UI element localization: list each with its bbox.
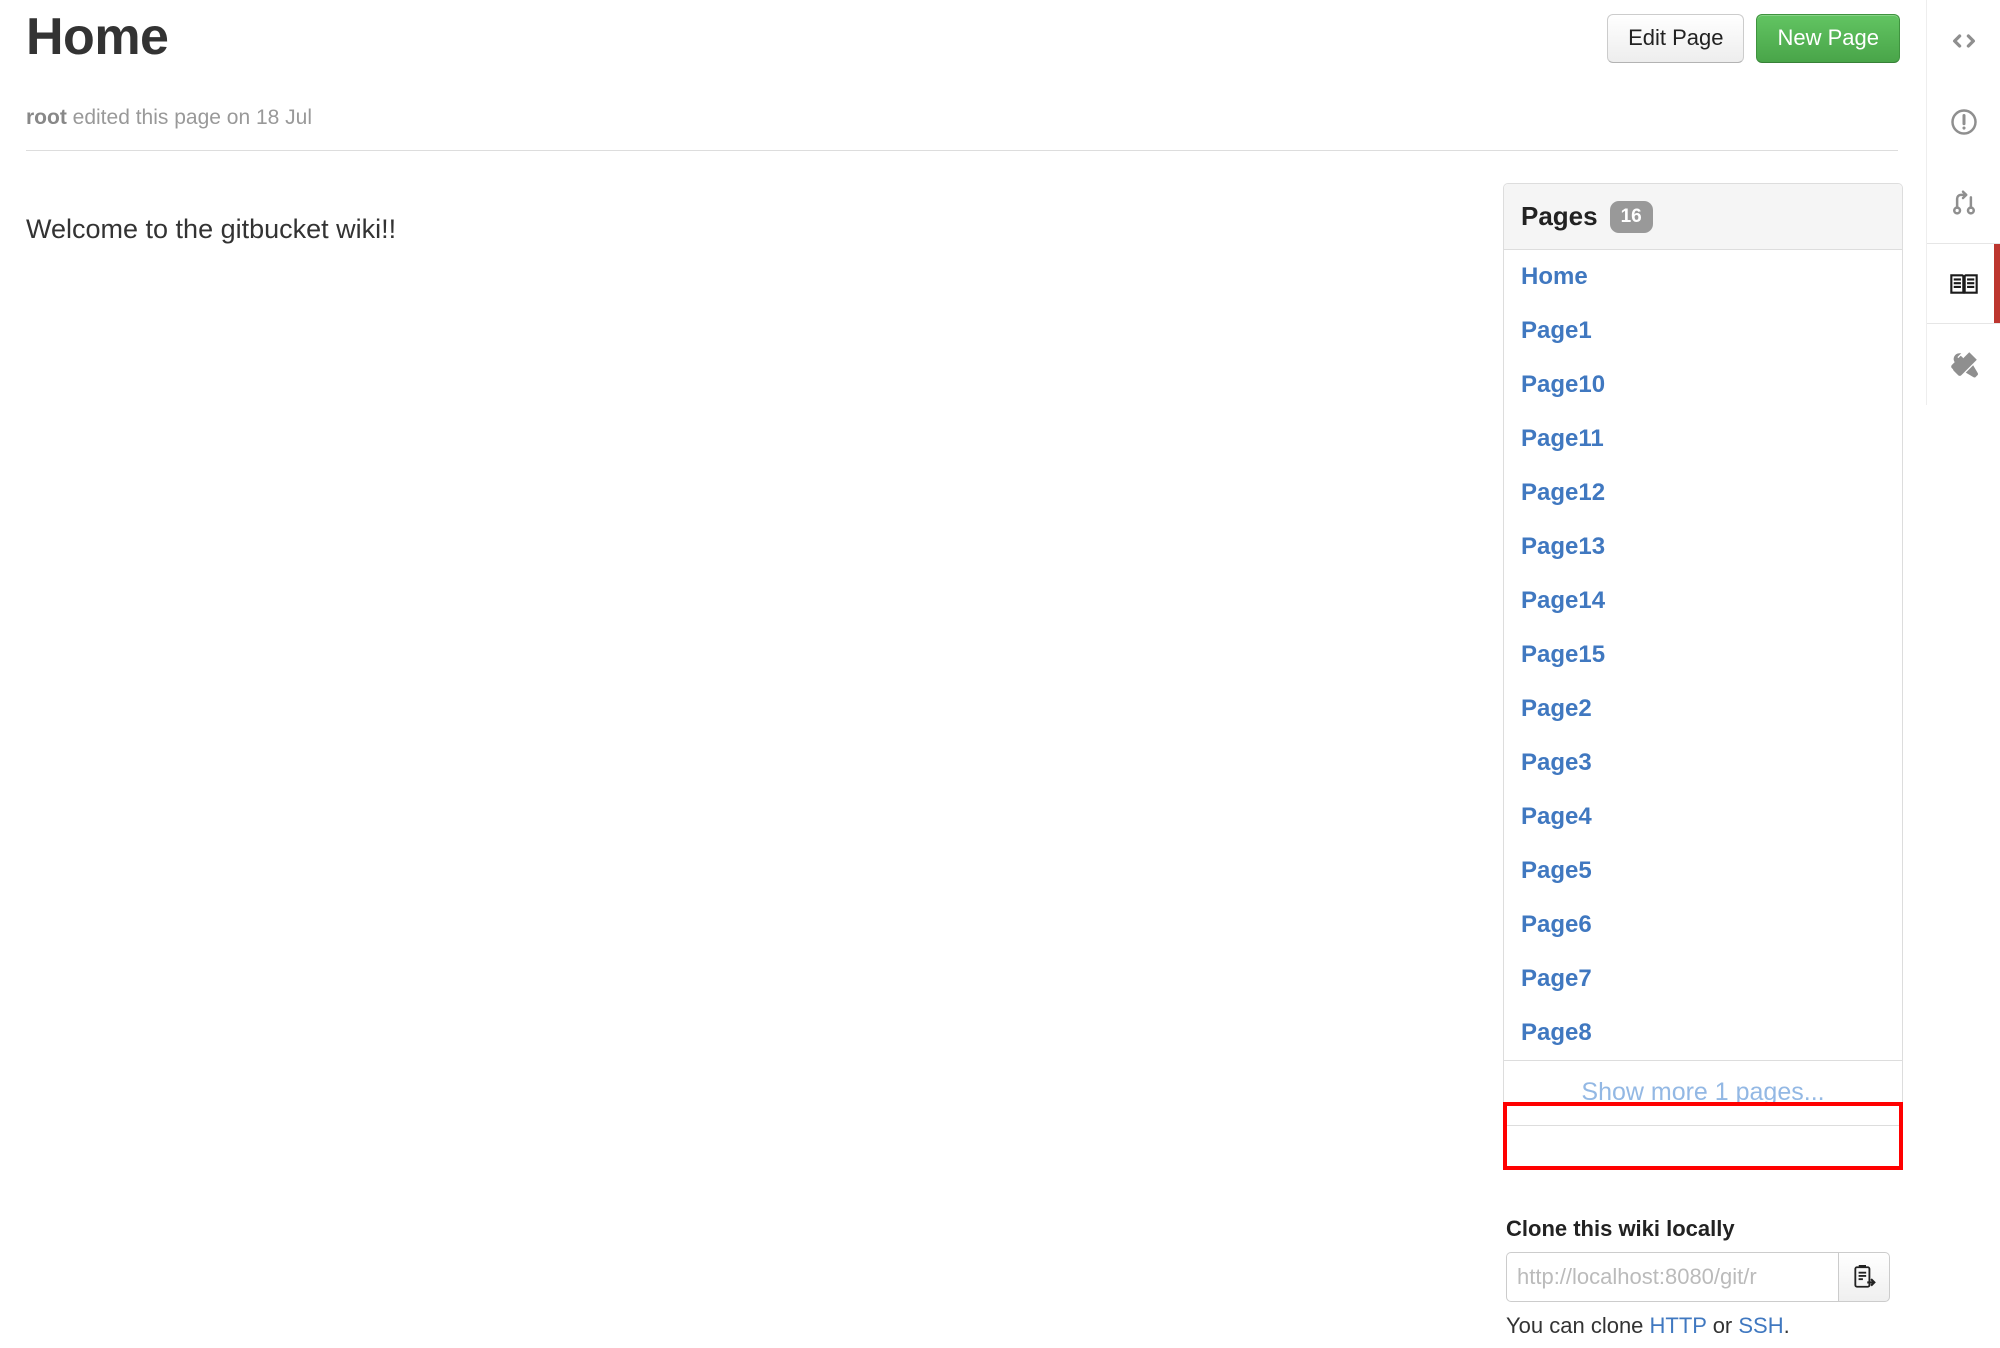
page-link-page10[interactable]: Page10	[1504, 358, 1902, 412]
list-item: Page3	[1504, 736, 1902, 790]
header-actions: Edit Page New Page	[1607, 14, 1900, 63]
page-header: Home Edit Page New Page root edited this…	[0, 0, 1926, 151]
byline-text: edited this page on 18 Jul	[66, 106, 313, 129]
rail-item-settings[interactable]	[1927, 324, 2000, 405]
page-link-page1[interactable]: Page1	[1504, 304, 1902, 358]
clone-hint-suffix: .	[1783, 1313, 1790, 1338]
list-item: Page2	[1504, 682, 1902, 736]
page-link-page6[interactable]: Page6	[1504, 898, 1902, 952]
pages-panel-title: Pages	[1521, 201, 1598, 231]
page-link-page14[interactable]: Page14	[1504, 574, 1902, 628]
page-link-page8[interactable]: Page8	[1504, 1006, 1902, 1060]
clone-hint-prefix: You can clone	[1506, 1313, 1650, 1338]
welcome-paragraph: Welcome to the gitbucket wiki!!	[26, 214, 397, 244]
list-item: Page10	[1504, 358, 1902, 412]
settings-tools-icon	[1949, 350, 1979, 380]
pages-panel-header: Pages 16	[1504, 184, 1902, 250]
show-more-pages-link[interactable]: Show more 1 pages...	[1581, 1078, 1824, 1106]
new-page-button[interactable]: New Page	[1756, 14, 1900, 63]
clone-hint-middle: or	[1706, 1313, 1739, 1338]
list-item: Page14	[1504, 574, 1902, 628]
repository-icon-rail	[1926, 0, 2000, 405]
clipboard-copy-icon	[1851, 1264, 1877, 1290]
clone-wiki-section: Clone this wiki locally You can clone	[1506, 1216, 1906, 1339]
page-byline: root edited this page on 18 Jul	[26, 106, 312, 130]
list-item: Page6	[1504, 898, 1902, 952]
rail-item-code[interactable]	[1927, 0, 2000, 81]
page-link-page12[interactable]: Page12	[1504, 466, 1902, 520]
rail-item-pull-requests[interactable]	[1927, 162, 2000, 243]
code-icon	[1949, 26, 1979, 56]
wiki-page-root: Home Edit Page New Page root edited this…	[0, 0, 2000, 1348]
list-item: Page13	[1504, 520, 1902, 574]
header-divider	[26, 150, 1898, 151]
list-item: Page4	[1504, 790, 1902, 844]
pull-request-icon	[1949, 188, 1979, 218]
page-link-page7[interactable]: Page7	[1504, 952, 1902, 1006]
pages-count-badge: 16	[1609, 200, 1653, 233]
byline-author: root	[26, 106, 67, 129]
list-item: Page15	[1504, 628, 1902, 682]
list-item: Page11	[1504, 412, 1902, 466]
page-link-page11[interactable]: Page11	[1504, 412, 1902, 466]
list-item: Page8	[1504, 1006, 1902, 1060]
page-link-page3[interactable]: Page3	[1504, 736, 1902, 790]
pages-panel: Pages 16 Home Page1 Page10 Page11 Page12…	[1503, 183, 1903, 1126]
wiki-content: Welcome to the gitbucket wiki!!	[26, 212, 1456, 246]
clone-hint-text: You can clone HTTP or SSH.	[1506, 1313, 1906, 1339]
clone-http-link[interactable]: HTTP	[1650, 1313, 1707, 1338]
page-link-page4[interactable]: Page4	[1504, 790, 1902, 844]
clone-url-input[interactable]	[1506, 1252, 1838, 1302]
wiki-book-icon	[1948, 268, 1980, 300]
issues-icon	[1949, 107, 1979, 137]
page-link-page2[interactable]: Page2	[1504, 682, 1902, 736]
clone-section-label: Clone this wiki locally	[1506, 1216, 1735, 1241]
page-title: Home	[26, 8, 169, 66]
clone-input-group	[1506, 1252, 1890, 1302]
rail-item-wiki[interactable]	[1927, 243, 2000, 324]
page-link-home[interactable]: Home	[1504, 250, 1902, 304]
copy-clone-url-button[interactable]	[1838, 1252, 1890, 1302]
rail-item-issues[interactable]	[1927, 81, 2000, 162]
clone-ssh-link[interactable]: SSH	[1738, 1313, 1783, 1338]
list-item: Page12	[1504, 466, 1902, 520]
pages-panel-footer: Show more 1 pages...	[1504, 1060, 1902, 1125]
list-item: Home	[1504, 250, 1902, 304]
list-item: Page1	[1504, 304, 1902, 358]
edit-page-button[interactable]: Edit Page	[1607, 14, 1745, 63]
list-item: Page5	[1504, 844, 1902, 898]
page-link-page13[interactable]: Page13	[1504, 520, 1902, 574]
list-item: Page7	[1504, 952, 1902, 1006]
page-link-page15[interactable]: Page15	[1504, 628, 1902, 682]
page-link-page5[interactable]: Page5	[1504, 844, 1902, 898]
pages-list: Home Page1 Page10 Page11 Page12 Page13 P…	[1504, 250, 1902, 1060]
